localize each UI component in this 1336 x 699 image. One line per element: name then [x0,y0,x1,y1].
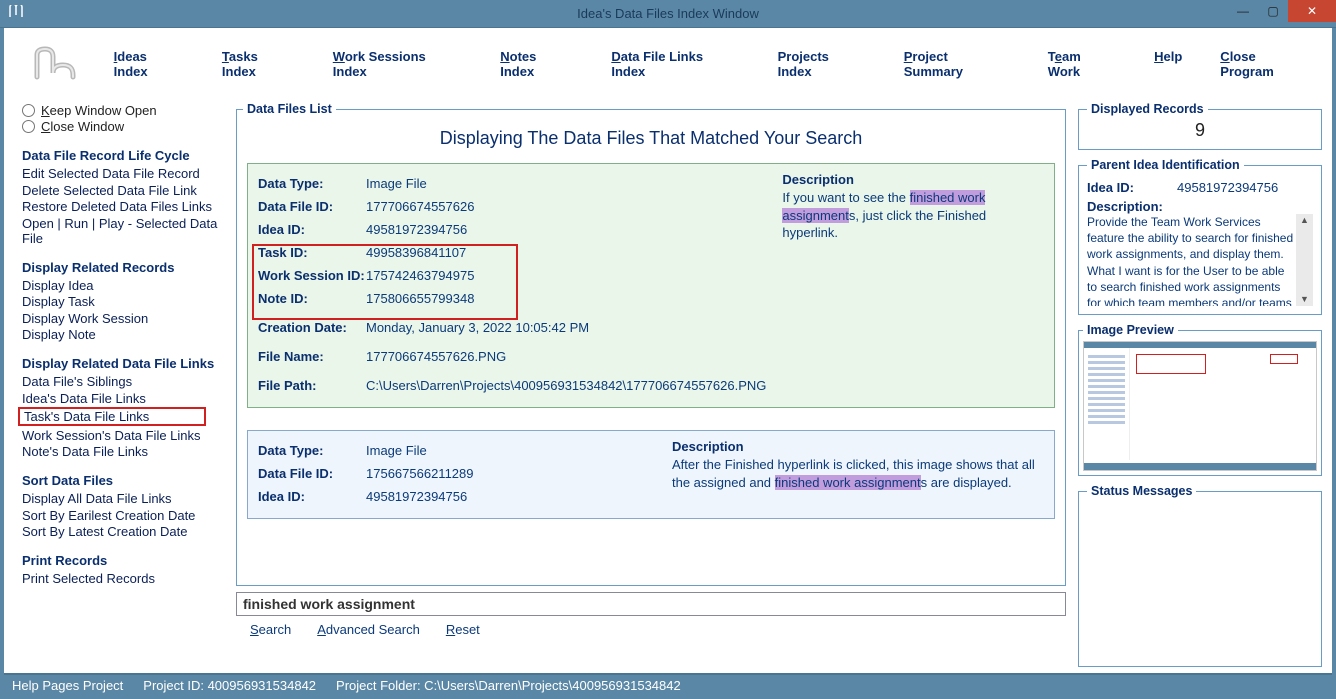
section-print-header: Print Records [22,553,228,568]
displayed-records-count: 9 [1087,120,1313,141]
link-edit-record[interactable]: Edit Selected Data File Record [22,166,228,181]
image-preview-box: Image Preview [1078,323,1322,476]
advanced-search-button[interactable]: Advanced Search [317,622,420,637]
section-sort-header: Sort Data Files [22,473,228,488]
link-siblings[interactable]: Data File's Siblings [22,374,228,389]
menu-work-sessions-index[interactable]: Work Sessions Index [333,49,462,79]
description-header: Description [672,439,1044,454]
link-ws-links[interactable]: Work Session's Data File Links [22,428,228,443]
search-button[interactable]: Search [250,622,291,637]
link-display-work-session[interactable]: Display Work Session [22,311,228,326]
parent-idea-id: 49581972394756 [1177,180,1278,195]
minimize-button[interactable]: — [1228,0,1258,22]
scroll-down-icon[interactable]: ▼ [1298,293,1311,306]
parent-idea-box: Parent Idea Identification Idea ID:49581… [1078,158,1322,315]
list-scroll-area[interactable]: Data Type:Image File Data File ID:177706… [243,161,1059,585]
section-related-records-header: Display Related Records [22,260,228,275]
menu-data-file-links-index[interactable]: Data File Links Index [611,49,739,79]
keep-window-open-radio[interactable]: Keep Window Open [22,103,228,118]
menu-project-summary[interactable]: Project Summary [904,49,1010,79]
search-input[interactable] [236,592,1066,616]
status-help-project[interactable]: Help Pages Project [12,678,123,693]
menu-close-program[interactable]: Close Program [1220,49,1312,79]
close-button[interactable]: ✕ [1288,0,1336,22]
menu-projects-index[interactable]: Projects Index [778,49,866,79]
link-notes-links[interactable]: Note's Data File Links [22,444,228,459]
highlight-tasks-links: Task's Data File Links [18,407,206,426]
list-title: Displaying The Data Files That Matched Y… [243,128,1059,149]
maximize-button[interactable]: ▢ [1258,0,1288,22]
description-text: After the Finished hyperlink is clicked,… [672,456,1044,491]
displayed-records-box: Displayed Records 9 [1078,102,1322,150]
app-logo [24,44,84,84]
description-text: If you want to see the finished work ass… [782,189,1044,242]
titlebar: Idea's Data Files Index Window — ▢ ✕ [0,0,1336,28]
link-open-run-play[interactable]: Open | Run | Play - Selected Data File [22,216,228,246]
status-bar: Help Pages Project Project ID: 400956931… [4,673,1332,695]
status-messages-box: Status Messages [1078,484,1322,667]
section-lifecycle-header: Data File Record Life Cycle [22,148,228,163]
menu-notes-index[interactable]: Notes Index [500,49,573,79]
link-ideas-links[interactable]: Idea's Data File Links [22,391,228,406]
description-header: Description [782,172,1044,187]
link-delete-link[interactable]: Delete Selected Data File Link [22,183,228,198]
link-display-all[interactable]: Display All Data File Links [22,491,228,506]
data-files-list-fieldset: Data Files List Displaying The Data File… [236,102,1066,586]
card-fields: Data Type:Image File Data File ID:177706… [258,172,766,397]
parent-idea-description: Provide the Team Work Services feature t… [1087,214,1296,306]
menu-ideas-index[interactable]: Ideas Index [114,49,184,79]
link-tasks-links[interactable]: Task's Data File Links [24,409,200,424]
menu-team-work[interactable]: Team Work [1048,49,1116,79]
section-related-links-header: Display Related Data File Links [22,356,228,371]
data-file-card[interactable]: Data Type:Image File Data File ID:175667… [247,430,1055,519]
window-title: Idea's Data Files Index Window [577,6,759,21]
link-restore-links[interactable]: Restore Deleted Data Files Links [22,199,228,214]
data-file-card[interactable]: Data Type:Image File Data File ID:177706… [247,163,1055,408]
top-nav: Ideas Index Tasks Index Work Sessions In… [4,28,1332,100]
link-sort-latest[interactable]: Sort By Latest Creation Date [22,524,228,539]
status-project-folder: Project Folder: C:\Users\Darren\Projects… [336,678,681,693]
image-preview[interactable] [1083,341,1317,471]
reset-button[interactable]: Reset [446,622,480,637]
description-scrollbar[interactable]: ▲ ▼ [1296,214,1313,306]
link-print-selected[interactable]: Print Selected Records [22,571,228,586]
scroll-up-icon[interactable]: ▲ [1298,214,1311,227]
card-fields: Data Type:Image File Data File ID:175667… [258,439,656,508]
status-project-id: Project ID: 400956931534842 [143,678,316,693]
menu-help[interactable]: Help [1154,49,1182,79]
link-display-note[interactable]: Display Note [22,327,228,342]
left-panel: Keep Window Open Close Window Data File … [4,100,234,673]
app-icon [8,5,24,22]
close-window-radio[interactable]: Close Window [22,119,228,134]
menu-tasks-index[interactable]: Tasks Index [222,49,295,79]
link-display-idea[interactable]: Display Idea [22,278,228,293]
data-files-list-legend: Data Files List [243,102,336,116]
link-sort-earliest[interactable]: Sort By Earilest Creation Date [22,508,228,523]
link-display-task[interactable]: Display Task [22,294,228,309]
